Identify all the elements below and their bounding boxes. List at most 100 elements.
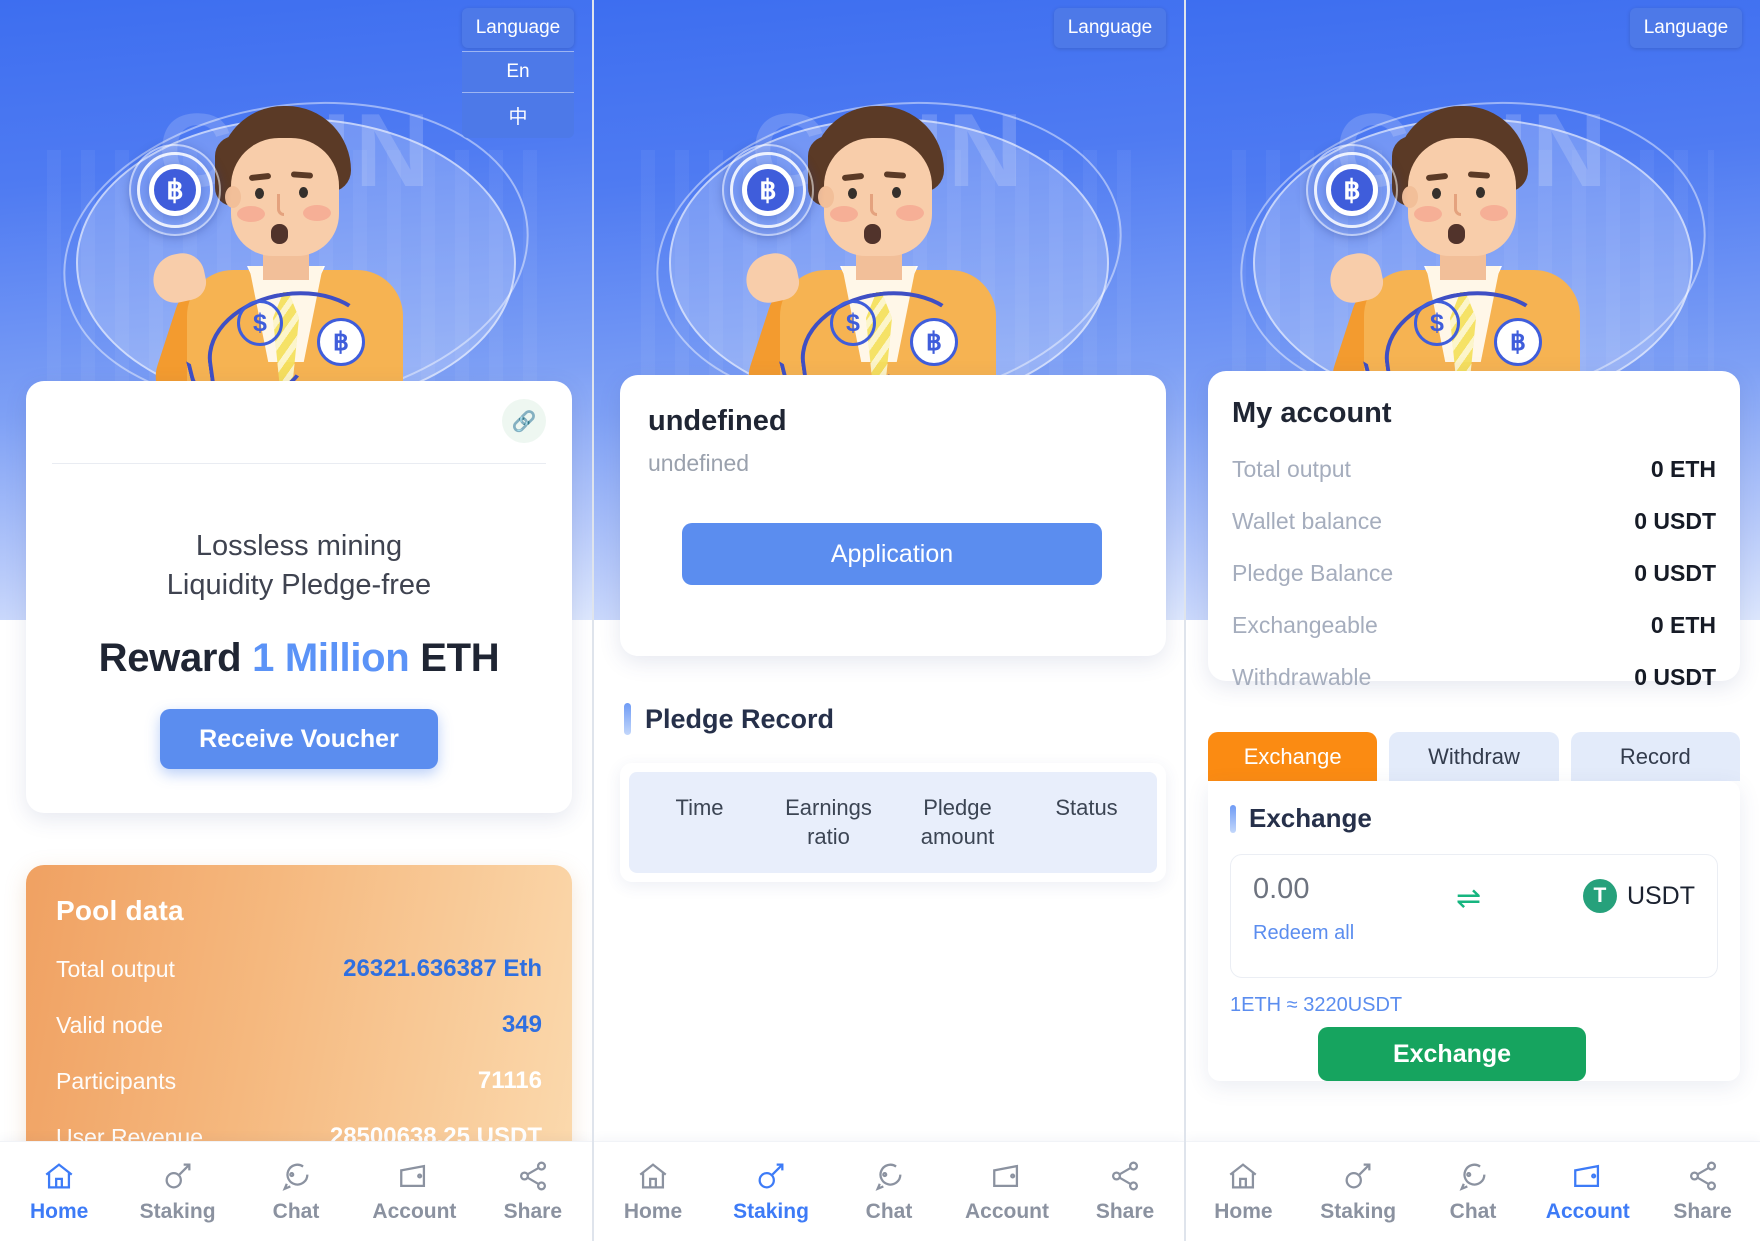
promo-card: 🔗 Lossless mining Liquidity Pledge-free … — [26, 381, 572, 813]
language-option-en[interactable]: En — [462, 51, 574, 92]
application-button[interactable]: Application — [682, 523, 1102, 585]
application-subtitle: undefined — [648, 450, 750, 476]
receive-voucher-button[interactable]: Receive Voucher — [160, 709, 438, 769]
tab-exchange[interactable]: Exchange — [1208, 732, 1378, 781]
nav-item-home[interactable]: Home — [0, 1159, 118, 1224]
application-title: undefined — [648, 405, 787, 437]
pool-label: Participants — [56, 1067, 177, 1094]
bitcoin-coin-icon-2: ฿ — [910, 318, 958, 366]
reward-prefix: Reward — [98, 636, 242, 680]
nav-label: Chat — [272, 1200, 320, 1223]
nav-label: Share — [1095, 1200, 1155, 1223]
pickaxe-icon — [165, 1163, 191, 1189]
chat-bubble-icon — [875, 1163, 902, 1191]
nav-item-staking[interactable]: Staking — [118, 1159, 236, 1224]
home-icon — [45, 1163, 73, 1189]
language-selector[interactable]: Language En 中 — [462, 8, 574, 138]
exchange-rate: 1ETH ≈ 3220USDT — [1230, 994, 1403, 1016]
language-button[interactable]: Language — [462, 8, 574, 48]
slogan-line-1: Lossless mining — [195, 530, 403, 562]
swap-arrows-icon[interactable]: ⇌ — [1456, 881, 1481, 916]
wallet-icon — [1573, 1164, 1599, 1188]
pledge-record-heading: Pledge Record — [624, 703, 834, 735]
account-label: Total output — [1232, 456, 1351, 482]
nav-item-account[interactable]: Account — [1530, 1159, 1645, 1224]
link-icon[interactable]: 🔗 — [502, 399, 546, 443]
pool-row: Total output 26321.636387 Eth — [56, 955, 542, 983]
nav-item-share[interactable]: Share — [1645, 1159, 1760, 1224]
exchange-amount-input[interactable]: 0.00 — [1253, 873, 1354, 906]
nav-item-chat[interactable]: Chat — [1416, 1159, 1531, 1224]
reward-headline: Reward 1 Million ETH — [26, 636, 572, 681]
dollar-coin-icon: $ — [1414, 300, 1460, 346]
bottom-nav: Home Staking Chat Account Share — [0, 1141, 592, 1241]
nav-item-share[interactable]: Share — [1066, 1159, 1184, 1224]
slogan-line-2: Liquidity Pledge-free — [166, 568, 432, 601]
language-option-zh[interactable]: 中 — [462, 92, 574, 138]
nav-item-account[interactable]: Account — [948, 1159, 1066, 1224]
share-icon — [1111, 1161, 1139, 1191]
table-header-pledge-amount: Pledge amount — [920, 795, 995, 849]
nav-item-home[interactable]: Home — [594, 1159, 712, 1224]
account-row: Exchangeable 0 ETH — [1232, 612, 1716, 639]
nav-label: Share — [503, 1200, 563, 1223]
nav-item-account[interactable]: Account — [355, 1159, 473, 1224]
account-label: Wallet balance — [1232, 508, 1383, 534]
pool-row: Participants 71116 — [56, 1067, 542, 1095]
section-title: Pledge Record — [645, 703, 835, 734]
pool-label: Total output — [56, 955, 175, 982]
nav-label: Chat — [1449, 1200, 1497, 1223]
slogan: Lossless mining Liquidity Pledge-free — [26, 527, 572, 605]
language-button[interactable]: Language — [1054, 8, 1166, 48]
pool-data-title: Pool data — [56, 895, 184, 926]
application-card: undefined undefined Application — [620, 375, 1166, 656]
bitcoin-coin-icon: ฿ — [742, 164, 794, 216]
wallet-icon — [400, 1164, 426, 1188]
pool-value: 26321.636387 Eth — [343, 955, 542, 982]
exchange-panel: Exchange 0.00 Redeem all ⇌ T USDT 1ETH ≈… — [1208, 781, 1740, 1081]
account-label: Exchangeable — [1232, 612, 1378, 638]
nav-item-staking[interactable]: Staking — [1301, 1159, 1416, 1224]
bottom-nav: Home Staking Chat Account Share — [594, 1141, 1184, 1241]
nav-label: Chat — [865, 1200, 913, 1223]
pool-label: Valid node — [56, 1011, 163, 1038]
language-button[interactable]: Language — [1630, 8, 1742, 48]
three-screen-composite: COIN ฿ $ — [0, 0, 1760, 1241]
nav-item-chat[interactable]: Chat — [237, 1159, 355, 1224]
usdt-token-icon: T — [1582, 879, 1617, 913]
nav-item-staking[interactable]: Staking — [712, 1159, 830, 1224]
dollar-coin-icon: $ — [237, 300, 283, 346]
tab-record[interactable]: Record — [1570, 732, 1740, 781]
divider — [52, 463, 546, 464]
account-label: Withdrawable — [1232, 664, 1372, 690]
nav-label: Staking — [139, 1200, 216, 1223]
chat-bubble-icon — [282, 1163, 309, 1191]
wallet-icon — [993, 1164, 1019, 1188]
chat-bubble-icon — [1459, 1163, 1486, 1191]
bottom-nav: Home Staking Chat Account Share — [1186, 1141, 1760, 1241]
nav-label: Home — [1214, 1200, 1273, 1223]
exchange-heading: Exchange — [1230, 803, 1718, 834]
nav-item-home[interactable]: Home — [1186, 1159, 1301, 1224]
exchange-button[interactable]: Exchange — [1318, 1027, 1586, 1081]
nav-item-share[interactable]: Share — [474, 1159, 592, 1224]
nav-label: Account — [1545, 1200, 1630, 1223]
token-selector[interactable]: T USDT — [1582, 879, 1695, 913]
pool-row: Valid node 349 — [56, 1011, 542, 1039]
my-account-card: My account Total output 0 ETH Wallet bal… — [1208, 371, 1740, 690]
share-icon — [1689, 1161, 1716, 1191]
token-label: USDT — [1626, 881, 1695, 910]
redeem-all-link[interactable]: Redeem all — [1253, 922, 1354, 945]
language-selector[interactable]: Language — [1630, 8, 1742, 48]
nav-item-chat[interactable]: Chat — [830, 1159, 948, 1224]
nav-label: Account — [372, 1200, 457, 1223]
table-header-time: Time — [675, 795, 724, 820]
language-selector[interactable]: Language — [1054, 8, 1166, 48]
account-value: 0 USDT — [1634, 508, 1716, 534]
account-tabs: Exchange Withdraw Record — [1208, 732, 1740, 781]
exchange-heading-text: Exchange — [1249, 803, 1372, 833]
bitcoin-coin-icon: ฿ — [1326, 164, 1378, 216]
tab-withdraw[interactable]: Withdraw — [1389, 732, 1559, 781]
account-row: Total output 0 ETH — [1232, 456, 1716, 483]
section-accent-bar — [624, 703, 631, 735]
